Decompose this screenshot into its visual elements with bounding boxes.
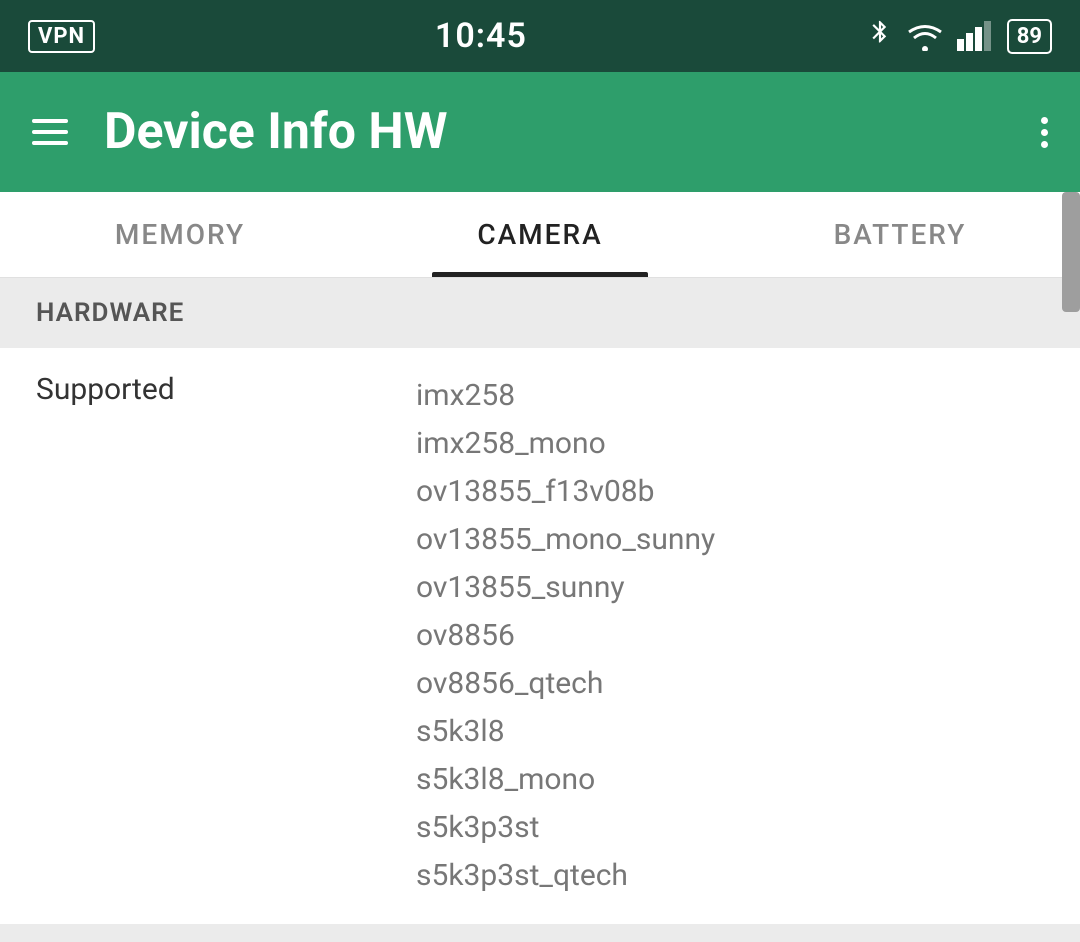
sensor-ov8856: ov8856 — [416, 612, 715, 660]
tab-battery[interactable]: BATTERY — [720, 192, 1080, 277]
row-label-supported: Supported — [36, 372, 416, 900]
app-title: Device Info HW — [104, 103, 1041, 161]
more-options-button[interactable] — [1041, 117, 1048, 148]
vpn-badge: VPN — [28, 20, 95, 53]
tab-bar: MEMORY CAMERA BATTERY — [0, 192, 1080, 278]
sensor-s5k3p3st-qtech: s5k3p3st_qtech — [416, 852, 715, 900]
bluetooth-icon — [867, 18, 893, 54]
battery-indicator: 89 — [1007, 19, 1052, 54]
section-header-hardware: HARDWARE — [0, 278, 1080, 348]
section-header-software: SOFTWARE — [0, 924, 1080, 942]
battery-level: 89 — [1017, 24, 1042, 49]
sensor-s5k3l8: s5k3l8 — [416, 708, 715, 756]
sensor-ov13855-sunny: ov13855_sunny — [416, 564, 715, 612]
wifi-icon — [907, 21, 943, 51]
sensor-ov8856-qtech: ov8856_qtech — [416, 660, 715, 708]
content-area: HARDWARE Supported imx258 imx258_mono ov… — [0, 278, 1080, 942]
status-bar: VPN 10:45 89 — [0, 0, 1080, 72]
tab-camera[interactable]: CAMERA — [360, 192, 720, 277]
sensor-s5k3p3st: s5k3p3st — [416, 804, 715, 852]
signal-icon — [957, 21, 993, 51]
sensor-s5k3l8-mono: s5k3l8_mono — [416, 756, 715, 804]
row-value-supported: imx258 imx258_mono ov13855_f13v08b ov138… — [416, 372, 715, 900]
sensor-imx258-mono: imx258_mono — [416, 420, 715, 468]
menu-button[interactable] — [32, 119, 68, 145]
sensor-imx258: imx258 — [416, 372, 715, 420]
status-icons: 89 — [867, 18, 1052, 54]
sensor-ov13855-f13v08b: ov13855_f13v08b — [416, 468, 715, 516]
tab-memory[interactable]: MEMORY — [0, 192, 360, 277]
app-bar: Device Info HW — [0, 72, 1080, 192]
sensor-ov13855-mono-sunny: ov13855_mono_sunny — [416, 516, 715, 564]
table-row: Supported imx258 imx258_mono ov13855_f13… — [0, 348, 1080, 924]
status-time: 10:45 — [435, 16, 527, 56]
